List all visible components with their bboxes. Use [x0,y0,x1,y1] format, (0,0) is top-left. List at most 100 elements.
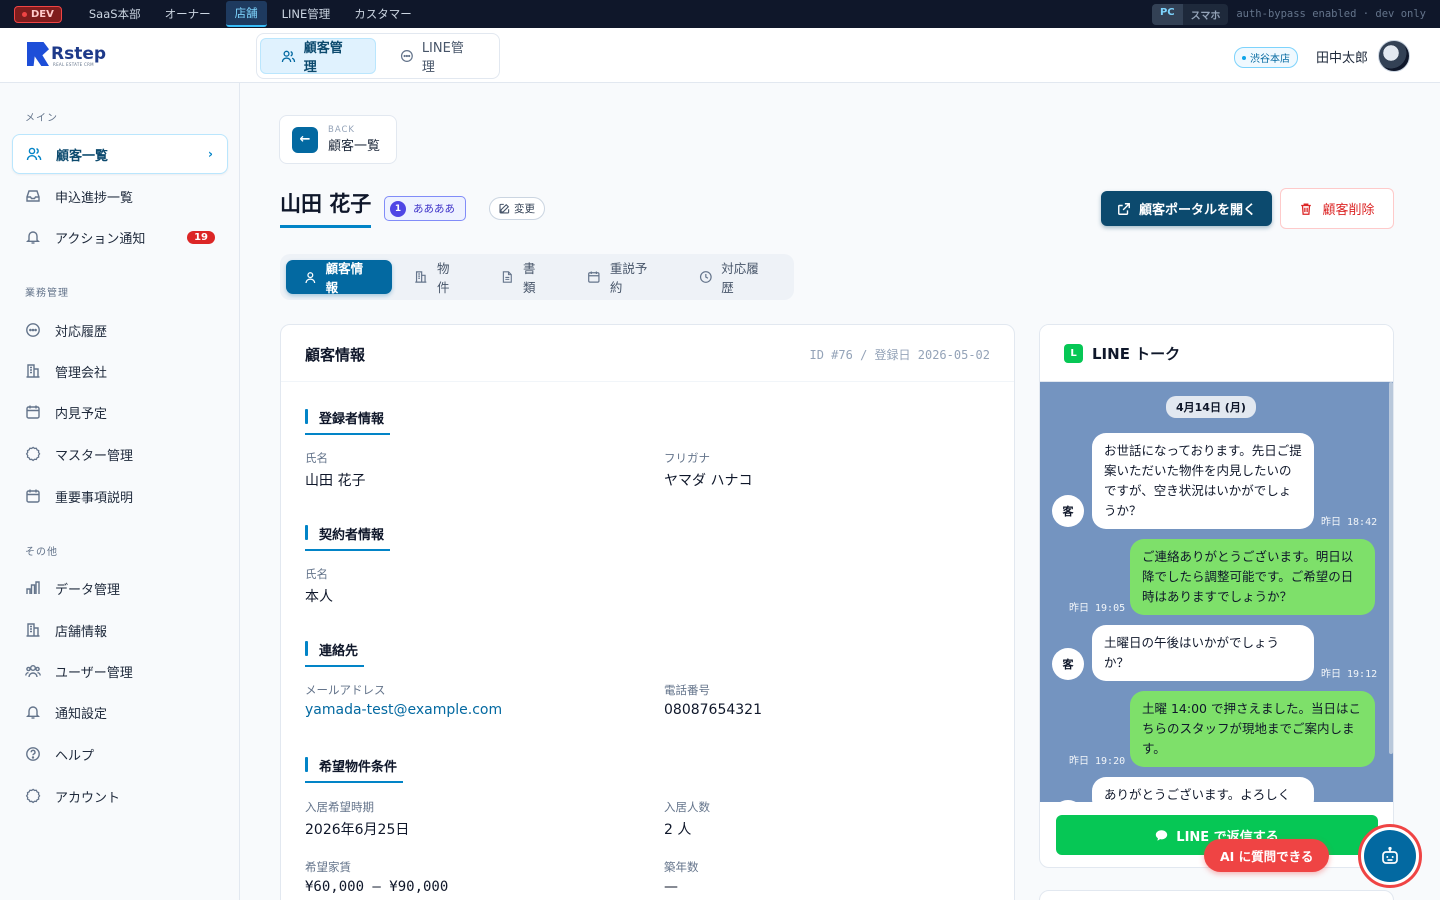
dev-tab-customer[interactable]: カスタマー [345,2,421,26]
chat-scrollbar[interactable] [1389,382,1393,754]
trash-icon [1301,203,1312,215]
message-incoming: 土曜日の午後はいかがでしょうか？ [1092,625,1314,681]
dev-tab-line[interactable]: LINE管理 [273,2,340,26]
sidebar-item-label: マスター管理 [55,448,134,464]
store-badge[interactable]: 渋谷本店 [1234,47,1298,68]
logo-subtext: REAL ESTATE CRM [53,62,94,67]
line-logo-icon: L [1064,343,1083,363]
users-icon [26,146,42,162]
dev-note: auth-bypass enabled · dev only [1236,8,1426,20]
status-label: ああああ [413,203,455,215]
field-label: 希望家賃 [305,860,351,874]
sidebar-item-help[interactable]: ヘルプ [12,734,228,774]
section-registrant: 登録者情報 [305,408,391,435]
header-tab-customers[interactable]: 顧客管理 [260,38,377,75]
store-name: 渋谷本店 [1250,54,1290,65]
email-link[interactable]: yamada-test@example.com [305,702,502,718]
edit-icon [499,203,510,214]
ai-tooltip[interactable]: AI に質問できる [1204,839,1330,872]
back-text: BACK 顧客一覧 [328,125,380,154]
tab-customer-info[interactable]: 顧客情報 [286,260,393,295]
sidebar-item-data[interactable]: データ管理 [12,568,228,608]
customer-info-card: 顧客情報 ID #76 / 登録日 2026-05-02 登録者情報 氏名 山田… [280,324,1015,900]
team-icon [25,663,41,679]
field-label: 電話番号 [664,683,710,697]
bell-icon [25,704,41,720]
chart-icon [25,580,41,596]
sidebar-item-label: アカウント [55,790,121,806]
chat-icon [25,322,41,338]
building-icon [25,622,41,638]
message-time: 昨日 19:12 [1321,669,1378,680]
chat-area[interactable]: 4月14日 (月) お世話になっております。先日ご提案いただいた物件を内見したい… [1040,382,1393,802]
field-name-value: 山田 花子 [305,473,366,489]
status-badge[interactable]: 1 ああああ [384,196,466,221]
users-icon [281,50,296,62]
change-label: 変更 [514,203,535,215]
sidebar-item-users[interactable]: ユーザー管理 [12,651,228,691]
dev-right: PC スマホ auth-bypass enabled · dev only [1151,3,1426,25]
header-tab-line[interactable]: LINE管理 [380,38,496,75]
chat-bubble-icon [1156,829,1168,841]
detail-tabs: 顧客情報 物件 書類 重説予約 対応履歴 [280,254,794,300]
sidebar-item-management-company[interactable]: 管理会社 [12,351,228,391]
sidebar-item-notifications[interactable]: アクション通知 19 [12,217,228,257]
dev-bar: DEV SaaS本部 オーナー 店舗 LINE管理 カスタマー PC スマホ a… [0,0,1440,28]
logo-mark-icon [27,42,49,66]
field-age-value: — [664,879,678,895]
sidebar-section-title: 業務管理 [25,288,69,299]
calendar-icon [25,404,41,420]
calendar-icon [588,271,600,283]
customer-avatar: 客 [1052,648,1084,680]
back-small-label: BACK [328,125,356,135]
user-name[interactable]: 田中太郎 [1316,47,1368,66]
open-portal-button[interactable]: 顧客ポータルを開く [1101,191,1272,226]
customer-avatar: 客 [1052,495,1084,527]
tab-property[interactable]: 物件 [396,260,479,295]
message-incoming: お世話になっております。先日ご提案いただいた物件を内見したいのですが、空き状況は… [1092,433,1314,529]
tab-explanation-booking[interactable]: 重説予約 [569,260,676,295]
sidebar-item-history[interactable]: 対応履歴 [12,310,228,350]
sidebar-item-applications[interactable]: 申込進捗一覧 [12,176,228,216]
customer-meta: ID #76 / 登録日 2026-05-02 [809,348,991,362]
line-title: LINE トーク [1092,344,1181,363]
sidebar-item-master[interactable]: マスター管理 [12,434,228,474]
ai-assistant-button[interactable] [1358,824,1422,888]
field-phone-value: 08087654321 [664,702,762,718]
device-sp-button[interactable]: スマホ [1183,4,1229,25]
dev-badge-label: DEV [31,8,54,20]
dev-tab-store[interactable]: 店舗 [225,1,267,27]
card-title: 顧客情報 [305,346,366,364]
logo[interactable]: Rstep REAL ESTATE CRM [27,42,106,67]
gear-icon [25,446,41,462]
field-people-value: 2 人 [664,822,692,838]
field-label: 入居希望時期 [305,800,374,814]
sidebar-item-customers[interactable]: 顧客一覧 › [12,134,228,174]
sidebar-section-title: その他 [25,547,58,558]
app-header: Rstep REAL ESTATE CRM 顧客管理 LINE管理 渋谷本店 田… [0,28,1440,83]
dev-tab-owner[interactable]: オーナー [156,2,220,26]
tab-label: 重説予約 [609,261,648,295]
tab-documents[interactable]: 書類 [483,260,565,295]
sidebar-item-account[interactable]: アカウント [12,776,228,816]
device-pc-button[interactable]: PC [1151,3,1183,25]
help-icon [25,746,41,762]
sidebar-item-label: アクション通知 [55,231,146,247]
sidebar-item-label: 対応履歴 [55,324,108,340]
change-status-button[interactable]: 変更 [489,197,545,220]
message-outgoing: 土曜 14:00 で押さえました。当日はこちらのスタッフが現地までご案内します。 [1130,691,1375,767]
sidebar-item-viewing[interactable]: 内見予定 [12,392,228,432]
sidebar-item-notification-settings[interactable]: 通知設定 [12,692,228,732]
next-card [1039,890,1394,900]
dev-tab-saas[interactable]: SaaS本部 [80,2,150,26]
delete-label: 顧客削除 [1322,203,1375,218]
avatar[interactable] [1378,40,1410,72]
sidebar-item-store-info[interactable]: 店舗情報 [12,610,228,650]
field-label: フリガナ [664,451,710,465]
external-link-icon [1118,202,1130,215]
tab-history[interactable]: 対応履歴 [681,260,788,295]
back-button[interactable]: ← BACK 顧客一覧 [279,115,397,164]
sidebar-item-important-matters[interactable]: 重要事項説明 [12,476,228,516]
sidebar-item-label: 管理会社 [55,365,108,381]
delete-customer-button[interactable]: 顧客削除 [1280,188,1394,229]
